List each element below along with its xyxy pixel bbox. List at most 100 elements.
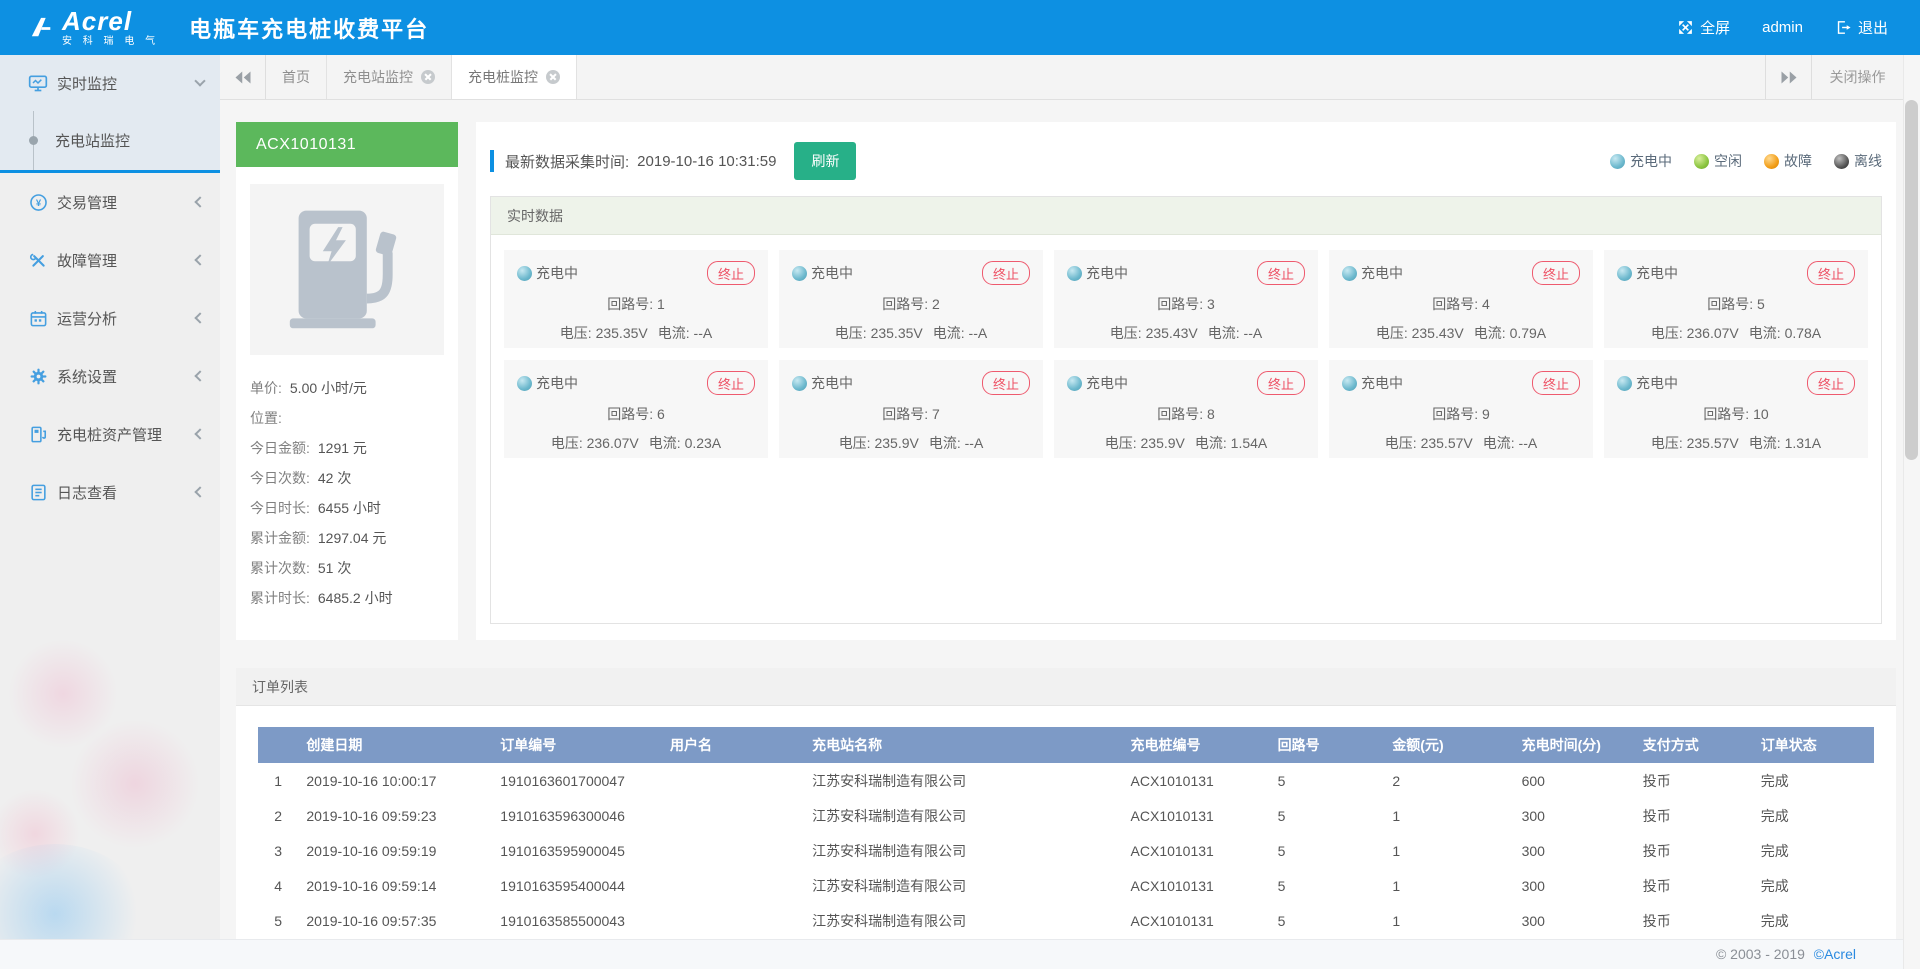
column-username: 用户名 (662, 727, 804, 763)
sidebar-item-pile-asset[interactable]: 充电桩资产管理 (0, 405, 220, 463)
tab-pile-monitor[interactable]: 充电桩监控 (452, 55, 577, 99)
column-pay-method: 支付方式 (1635, 727, 1753, 763)
fullscreen-icon (1677, 19, 1694, 36)
charging-pile-image-box (250, 184, 444, 355)
chevron-left-icon (194, 486, 205, 497)
footer-brand-link[interactable]: ©Acrel (1814, 946, 1856, 962)
charging-status-icon (792, 376, 807, 391)
stop-button[interactable]: 终止 (982, 261, 1030, 285)
offline-status-icon (1834, 154, 1849, 169)
scrollbar-thumb[interactable] (1905, 100, 1918, 460)
sidebar-subitem-label: 充电站监控 (55, 130, 130, 151)
chevron-left-icon (194, 370, 205, 381)
sidebar-item-label: 故障管理 (57, 250, 117, 271)
realtime-monitor-panel: 最新数据采集时间: 2019-10-16 10:31:59 刷新 充电中 空闲 … (476, 122, 1896, 640)
logout-icon (1835, 19, 1852, 36)
circuit-card-6: 充电中终止 回路号: 6 电压: 236.07V电流: 0.23A (504, 360, 768, 458)
chevron-left-icon (194, 312, 205, 323)
sidebar-item-fault[interactable]: 故障管理 (0, 231, 220, 289)
column-order-status: 订单状态 (1753, 727, 1874, 763)
table-row: 52019-10-16 09:57:351910163585500043江苏安科… (258, 903, 1874, 938)
vertical-scrollbar[interactable] (1903, 55, 1920, 969)
copyright-text: © 2003 - 2019 (1716, 946, 1805, 962)
double-chevron-right-icon (1780, 71, 1798, 84)
charging-status-icon (1342, 266, 1357, 281)
column-index (258, 727, 298, 763)
accent-bar (490, 150, 494, 172)
circuit-measurements: 电压: 235.57V电流: 1.31A (1617, 433, 1855, 453)
table-row: 12019-10-16 10:00:171910163601700047江苏安科… (258, 763, 1874, 798)
charging-status-icon (1610, 154, 1625, 169)
stop-button[interactable]: 终止 (1532, 261, 1580, 285)
tab-home[interactable]: 首页 (266, 55, 327, 99)
main-content: ACX1010131 单价:5.00 小时/元 位置: 今日金额:1291 元 … (220, 100, 1920, 939)
charging-status-icon (1617, 376, 1632, 391)
acrel-logo-icon (30, 16, 54, 40)
logout-button[interactable]: 退出 (1835, 17, 1888, 38)
refresh-button[interactable]: 刷新 (794, 142, 856, 180)
stat-location: 位置: (250, 403, 444, 433)
sidebar-item-settings[interactable]: 系统设置 (0, 347, 220, 405)
realtime-monitor-icon (28, 73, 48, 93)
column-charge-minutes: 充电时间(分) (1514, 727, 1635, 763)
chevron-left-icon (194, 196, 205, 207)
charging-status-icon (1067, 266, 1082, 281)
table-row: 22019-10-16 09:59:231910163596300046江苏安科… (258, 798, 1874, 833)
tab-close-icon[interactable] (421, 70, 435, 84)
fault-status-icon (1764, 154, 1779, 169)
fullscreen-button[interactable]: 全屏 (1677, 17, 1730, 38)
decorative-flowers (70, 719, 200, 849)
legend-fault: 故障 (1764, 151, 1812, 171)
logo-subtext: 安 科 瑞 电 气 (62, 37, 159, 47)
charging-status-icon (1342, 376, 1357, 391)
sidebar-item-label: 日志查看 (57, 482, 117, 503)
stop-button[interactable]: 终止 (982, 371, 1030, 395)
circuit-no: 回路号: 2 (792, 294, 1030, 314)
column-circuit-no: 回路号 (1270, 727, 1385, 763)
sidebar-item-label: 充电桩资产管理 (57, 424, 162, 445)
circuit-no: 回路号: 7 (792, 404, 1030, 424)
transaction-icon: ¥ (28, 192, 48, 212)
tabs-scroll-right-button[interactable] (1765, 55, 1811, 99)
orders-panel: 订单列表 创建日期 订单编号 用户名 充电站名称 充电桩编号 回路号 金额(元) (236, 668, 1896, 939)
stop-button[interactable]: 终止 (1257, 261, 1305, 285)
circuit-card-10: 充电中终止 回路号: 10 电压: 235.57V电流: 1.31A (1604, 360, 1868, 458)
chevron-left-icon (194, 254, 205, 265)
chevron-down-icon (194, 75, 205, 86)
stat-today-count: 今日次数:42 次 (250, 463, 444, 493)
sidebar-item-station-monitor[interactable]: 充电站监控 (0, 111, 220, 170)
tab-label: 充电桩监控 (468, 67, 538, 87)
charging-status-icon (792, 266, 807, 281)
stop-button[interactable]: 终止 (1532, 371, 1580, 395)
column-order-no: 订单编号 (492, 727, 662, 763)
settings-gear-icon (28, 366, 48, 386)
app-title: 电瓶车充电桩收费平台 (189, 12, 429, 44)
column-station-name: 充电站名称 (804, 727, 1122, 763)
stat-today-duration: 今日时长:6455 小时 (250, 493, 444, 523)
realtime-data-title: 实时数据 (491, 197, 1881, 235)
stop-button[interactable]: 终止 (1807, 261, 1855, 285)
tab-close-icon[interactable] (546, 70, 560, 84)
tab-label: 首页 (282, 67, 310, 87)
chevron-left-icon (194, 428, 205, 439)
sidebar-item-log[interactable]: 日志查看 (0, 463, 220, 521)
top-header: Acrel 安 科 瑞 电 气 电瓶车充电桩收费平台 全屏 admin 退出 (0, 0, 1920, 55)
sidebar-item-transaction[interactable]: ¥ 交易管理 (0, 173, 220, 231)
stop-button[interactable]: 终止 (1257, 371, 1305, 395)
circuit-no: 回路号: 8 (1067, 404, 1305, 424)
sidebar-item-analysis[interactable]: 运营分析 (0, 289, 220, 347)
circuit-measurements: 电压: 236.07V电流: 0.23A (517, 433, 755, 453)
username[interactable]: admin (1762, 19, 1803, 36)
stop-button[interactable]: 终止 (707, 371, 755, 395)
stop-button[interactable]: 终止 (707, 261, 755, 285)
circuit-measurements: 电压: 236.07V电流: 0.78A (1617, 323, 1855, 343)
column-create-date: 创建日期 (298, 727, 492, 763)
stop-button[interactable]: 终止 (1807, 371, 1855, 395)
acrel-logo: Acrel 安 科 瑞 电 气 (30, 8, 159, 47)
tab-station-monitor[interactable]: 充电站监控 (327, 55, 452, 99)
tabs-scroll-left-button[interactable] (220, 55, 266, 99)
double-chevron-left-icon (234, 71, 252, 84)
sidebar-item-realtime-monitor[interactable]: 实时监控 (0, 55, 220, 111)
close-operations-button[interactable]: 关闭操作 (1811, 55, 1903, 99)
tab-label: 充电站监控 (343, 67, 413, 87)
